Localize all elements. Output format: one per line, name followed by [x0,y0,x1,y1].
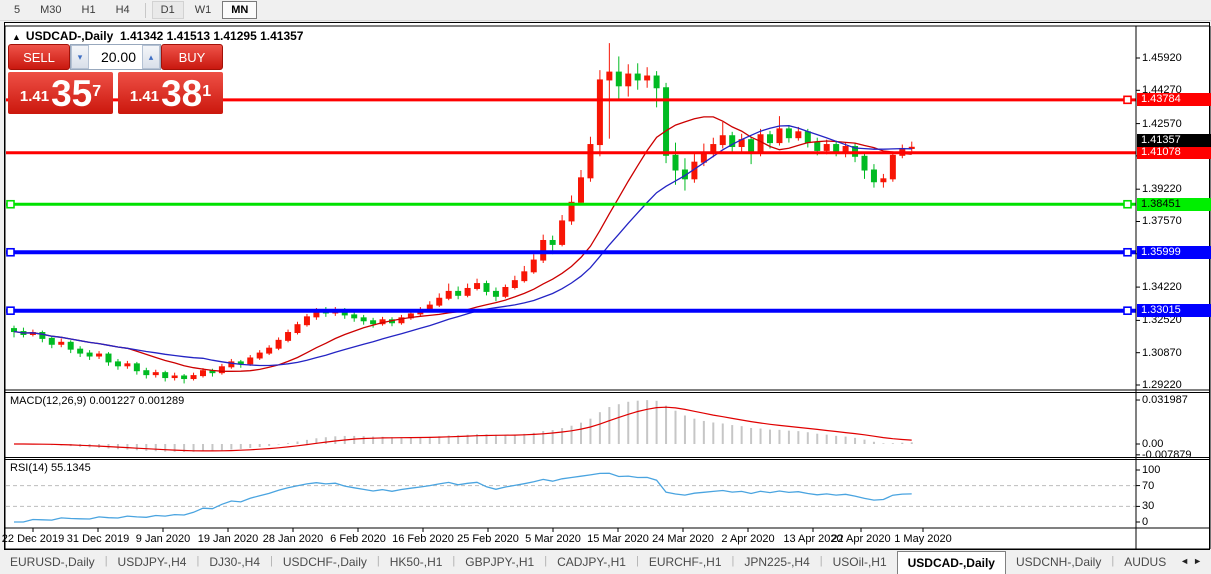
date-tick-label: 31 Dec 2019 [67,533,129,545]
volume-down-icon[interactable]: ▾ [71,45,89,69]
level-price-tag: 1.38451 [1137,198,1211,211]
chart-tab-usdcad-daily[interactable]: USDCAD-,Daily [897,551,1006,574]
chart-tab-eurusd-daily[interactable]: EURUSD-,Daily [0,551,105,574]
chart-tab-dj30-h4[interactable]: DJ30-,H4 [199,551,270,574]
chart-symbol-header: ▲ USDCAD-,Daily 1.41342 1.41513 1.41295 1… [12,29,303,43]
buy-button[interactable]: BUY [161,44,223,70]
volume-input[interactable] [89,45,142,69]
date-tick-label: 16 Feb 2020 [392,533,454,545]
chart-tab-usoil-h1[interactable]: USOil-,H1 [823,551,897,574]
line-handle[interactable] [7,307,14,314]
volume-stepper: ▾ ▴ [70,44,161,70]
line-handle[interactable] [7,201,14,208]
ask-price-big: 38 [161,77,202,110]
date-tick-label: 1 May 2020 [894,533,951,545]
tab-scroll-arrows: ◄► [1180,556,1206,566]
ask-price-prefix: 1.41 [130,84,159,110]
chart-tab-hk50-h1[interactable]: HK50-,H1 [380,551,453,574]
level-price-tag: 1.43784 [1137,93,1211,106]
rsi-tick-label: 100 [1142,464,1160,476]
date-tick-label: 22 Dec 2019 [2,533,64,545]
level-price-tag: 1.41078 [1137,146,1211,159]
chart-tab-eurchf-h1[interactable]: EURCHF-,H1 [639,551,732,574]
bid-price-big: 35 [51,77,92,110]
ask-price-pip: 1 [202,72,211,112]
ohlc-values: 1.41342 1.41513 1.41295 1.41357 [120,29,304,43]
rsi-tick-label: 30 [1142,500,1154,512]
sell-button[interactable]: SELL [8,44,70,70]
chart-tab-usdjpy-h4[interactable]: USDJPY-,H4 [108,551,197,574]
tabs-scroll-left-icon[interactable]: ◄ [1180,556,1193,566]
price-tick-label: 1.34220 [1142,281,1182,293]
price-tick-label: 1.39220 [1142,183,1182,195]
price-tick-label: 1.37570 [1142,215,1182,227]
line-handle[interactable] [1124,96,1131,103]
date-tick-label: 22 Apr 2020 [831,533,890,545]
line-handle[interactable] [1124,307,1131,314]
chart-tab-cadjpy-h1[interactable]: CADJPY-,H1 [547,551,636,574]
rsi-tick-label: 0 [1142,516,1148,528]
bid-price-pip: 7 [92,72,101,112]
bid-price-prefix: 1.41 [20,84,49,110]
volume-up-icon[interactable]: ▴ [142,45,160,69]
price-tick-label: 1.30870 [1142,347,1182,359]
chart-tab-usdchf-daily[interactable]: USDCHF-,Daily [273,551,377,574]
chart-tab-usdcnh-daily[interactable]: USDCNH-,Daily [1006,551,1111,574]
up-triangle-icon: ▲ [12,32,21,42]
tabs-scroll-right-icon[interactable]: ► [1193,556,1206,566]
line-handle[interactable] [7,249,14,256]
level-price-tag: 1.33015 [1137,304,1211,317]
ask-price-tile[interactable]: 1.41 38 1 [118,72,223,114]
line-handle[interactable] [1124,201,1131,208]
date-tick-label: 15 Mar 2020 [587,533,649,545]
date-tick-label: 5 Mar 2020 [525,533,581,545]
date-tick-label: 2 Apr 2020 [721,533,774,545]
rsi-tick-label: 70 [1142,480,1154,492]
chart-tab-audus[interactable]: AUDUS [1114,551,1176,574]
bid-price-tile[interactable]: 1.41 35 7 [8,72,113,114]
date-tick-label: 9 Jan 2020 [136,533,190,545]
macd-label: MACD(12,26,9) 0.001227 0.001289 [10,395,184,407]
price-tick-label: 1.29220 [1142,379,1182,391]
chart-tab-bar: EURUSD-,Daily|USDJPY-,H4|DJ30-,H4|USDCHF… [0,551,1211,574]
chart-tab-jpn225-h4[interactable]: JPN225-,H4 [734,551,819,574]
chart-tab-gbpjpy-h1[interactable]: GBPJPY-,H1 [455,551,544,574]
price-tick-label: 1.45920 [1142,52,1182,64]
date-tick-label: 25 Feb 2020 [457,533,519,545]
current-price-tag: 1.41357 [1137,134,1211,147]
line-handle[interactable] [1124,249,1131,256]
price-tick-label: 1.42570 [1142,118,1182,130]
rsi-label: RSI(14) 55.1345 [10,462,91,474]
date-tick-label: 28 Jan 2020 [263,533,324,545]
date-tick-label: 19 Jan 2020 [198,533,259,545]
macd-tick-label: -0.007879 [1142,449,1192,461]
level-price-tag: 1.35999 [1137,246,1211,259]
macd-histogram [14,400,912,452]
macd-tick-label: 0.031987 [1142,394,1188,406]
one-click-trade-panel: SELL ▾ ▴ BUY 1.41 35 7 1.41 38 1 [8,44,223,114]
date-tick-label: 6 Feb 2020 [330,533,386,545]
symbol-title: USDCAD-,Daily [26,29,113,43]
date-tick-label: 24 Mar 2020 [652,533,714,545]
